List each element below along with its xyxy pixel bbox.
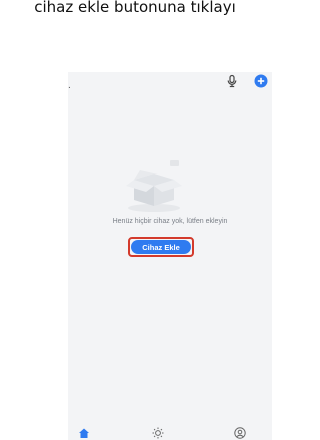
app-screen: . Henüz hiçbir cihaz yok, lütfen ekleyin — [68, 72, 272, 440]
empty-state-message: Henüz hiçbir cihaz yok, lütfen ekleyin — [112, 218, 228, 225]
add-device-label: Cihaz Ekle — [131, 240, 191, 254]
add-device-button[interactable]: Cihaz Ekle — [128, 237, 194, 257]
empty-box-illustration — [120, 156, 190, 216]
scenes-sun-icon[interactable] — [152, 426, 164, 439]
home-icon[interactable] — [78, 426, 90, 438]
add-circle-icon[interactable] — [254, 74, 268, 88]
profile-icon[interactable] — [234, 426, 246, 439]
bottom-tab-bar — [68, 424, 272, 440]
instruction-caption: cihaz ekle butonuna tıklayı — [34, 0, 236, 16]
status-indicator: . — [68, 80, 71, 91]
mic-icon[interactable] — [225, 74, 239, 88]
